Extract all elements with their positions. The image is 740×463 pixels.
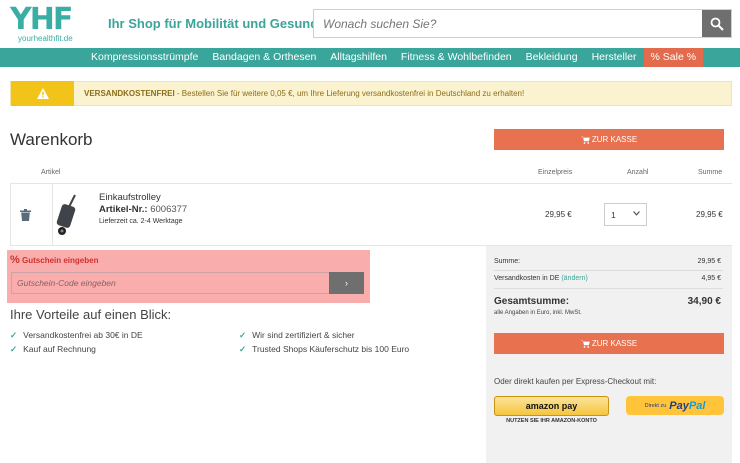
warning-icon: [36, 88, 49, 99]
summary-divider: [494, 270, 723, 271]
cart-icon: [580, 136, 590, 144]
checkout-label-top: ZUR KASSE: [591, 135, 638, 144]
main-nav: Kompressionsstrümpfe Bandagen & Orthesen…: [0, 48, 740, 67]
coupon-submit-button[interactable]: ›: [329, 272, 364, 294]
total-note: alle Angaben in Euro, inkl. MwSt.: [494, 310, 582, 316]
advantage-text: Kauf auf Rechnung: [23, 344, 96, 354]
column-header-quantity: Anzahl: [627, 169, 649, 176]
header: YHF yourhealthfit.de Ihr Shop für Mobili…: [0, 0, 740, 48]
logo[interactable]: YHF yourhealthfit.de: [10, 4, 88, 44]
product-article-number: Artikel-Nr.: 6006377: [99, 204, 187, 215]
check-icon: ✓: [10, 330, 18, 340]
shipping-label: Versandkosten in DE (ändern): [494, 275, 588, 282]
notice-message: - Bestellen Sie für weitere 0,05 €, um I…: [174, 89, 525, 98]
cart-icon: [580, 340, 590, 348]
tagline: Ihr Shop für Mobilität und Gesundheit: [108, 16, 342, 31]
product-image[interactable]: [53, 193, 83, 237]
checkout-button-top[interactable]: ZUR KASSE: [494, 129, 724, 150]
trash-icon: [20, 209, 31, 221]
amazon-pay-subtitle: NUTZEN SIE IHR AMAZON-KONTO: [506, 418, 597, 424]
paypal-button[interactable]: Direkt zu PayPal: [626, 396, 724, 415]
search-bar: [313, 9, 732, 38]
advantage-text: Trusted Shops Käuferschutz bis 100 Euro: [252, 344, 410, 354]
advantage-item: ✓ Wir sind zertifiziert & sicher: [239, 330, 355, 341]
search-icon: [710, 17, 724, 31]
notice-text: VERSANDKOSTENFREI - Bestellen Sie für we…: [84, 89, 524, 98]
amazon-pay-button[interactable]: amazon pay: [494, 396, 609, 416]
search-button[interactable]: [702, 10, 731, 37]
coupon-label-text: Gutschein eingeben: [22, 256, 99, 265]
nav-item-fitness[interactable]: Fitness & Wohlbefinden: [394, 48, 519, 67]
shipping-change-link[interactable]: (ändern): [561, 275, 587, 282]
remove-item-button[interactable]: [20, 208, 31, 226]
column-header-article: Artikel: [41, 169, 61, 176]
coupon-label: % Gutschein eingeben: [10, 254, 98, 266]
advantage-text: Versandkostenfrei ab 30€ in DE: [23, 330, 143, 340]
quantity-select[interactable]: 1: [604, 203, 647, 226]
subtotal-label: Summe:: [494, 258, 521, 265]
article-label: Artikel-Nr.:: [99, 204, 148, 215]
unit-price: 29,95 €: [545, 210, 572, 219]
shipping-value: 4,95 €: [701, 275, 721, 282]
trolley-image: [56, 194, 76, 235]
checkout-button-bottom[interactable]: ZUR KASSE: [494, 333, 724, 354]
search-input[interactable]: [314, 10, 704, 37]
advantage-item: ✓ Versandkostenfrei ab 30€ in DE: [10, 330, 143, 341]
notice-icon-box: [11, 81, 74, 106]
coupon-section: % Gutschein eingeben Gutschein-Code eing…: [7, 250, 370, 303]
subtotal-value: 29,95 €: [697, 258, 721, 265]
paypal-prefix: Direkt zu: [644, 402, 667, 409]
order-summary: Summe: 29,95 € Versandkosten in DE (ände…: [486, 246, 732, 463]
coupon-code-input[interactable]: Gutschein-Code eingeben: [11, 272, 331, 294]
column-header-unit-price: Einzelpreis: [538, 169, 573, 176]
nav-item-alltagshilfen[interactable]: Alltagshilfen: [323, 48, 394, 67]
summary-divider: [494, 288, 723, 289]
logo-mark: YHF: [10, 2, 73, 37]
shipping-notice: VERSANDKOSTENFREI - Bestellen Sie für we…: [10, 81, 732, 106]
percent-icon: %: [10, 254, 20, 266]
express-checkout-label: Oder direkt kaufen per Express-Checkout …: [494, 377, 657, 386]
paypal-word-b: Pal: [688, 399, 706, 412]
article-number: 6006377: [150, 204, 188, 215]
advantages-title: Ihre Vorteile auf einen Blick:: [10, 307, 172, 322]
quantity-value: 1: [611, 210, 616, 220]
notice-strong: VERSANDKOSTENFREI: [84, 89, 175, 98]
chevron-down-icon: [633, 211, 640, 216]
total-label: Gesamtsumme:: [494, 296, 570, 307]
nav-item-sale[interactable]: % Sale %: [643, 48, 704, 67]
advantage-item: ✓ Kauf auf Rechnung: [10, 344, 96, 355]
nav-item-bekleidung[interactable]: Bekleidung: [519, 48, 585, 67]
nav-item-bandagen[interactable]: Bandagen & Orthesen: [205, 48, 323, 67]
nav-item-kompressionsstruempfe[interactable]: Kompressionsstrümpfe: [84, 48, 205, 67]
product-name[interactable]: Einkaufstrolley: [99, 192, 161, 203]
advantage-item: ✓ Trusted Shops Käuferschutz bis 100 Euro: [239, 344, 409, 355]
page-title: Warenkorb: [10, 130, 93, 149]
check-icon: ✓: [239, 330, 247, 340]
column-header-sum: Summe: [698, 169, 723, 176]
delivery-time: Lieferzeit ca. 2-4 Werktage: [99, 218, 183, 225]
paypal-logo: PayPal: [669, 400, 705, 412]
check-icon: ✓: [239, 344, 247, 354]
checkout-label-bottom: ZUR KASSE: [591, 339, 638, 348]
paypal-word-a: Pay: [669, 399, 689, 412]
nav-item-hersteller[interactable]: Hersteller: [585, 48, 644, 67]
check-icon: ✓: [10, 344, 18, 354]
logo-subtitle: yourhealthfit.de: [18, 34, 73, 43]
total-value: 34,90 €: [687, 296, 721, 307]
advantage-text: Wir sind zertifiziert & sicher: [252, 330, 355, 340]
row-sum: 29,95 €: [696, 210, 723, 219]
shipping-label-text: Versandkosten in DE: [494, 275, 560, 282]
